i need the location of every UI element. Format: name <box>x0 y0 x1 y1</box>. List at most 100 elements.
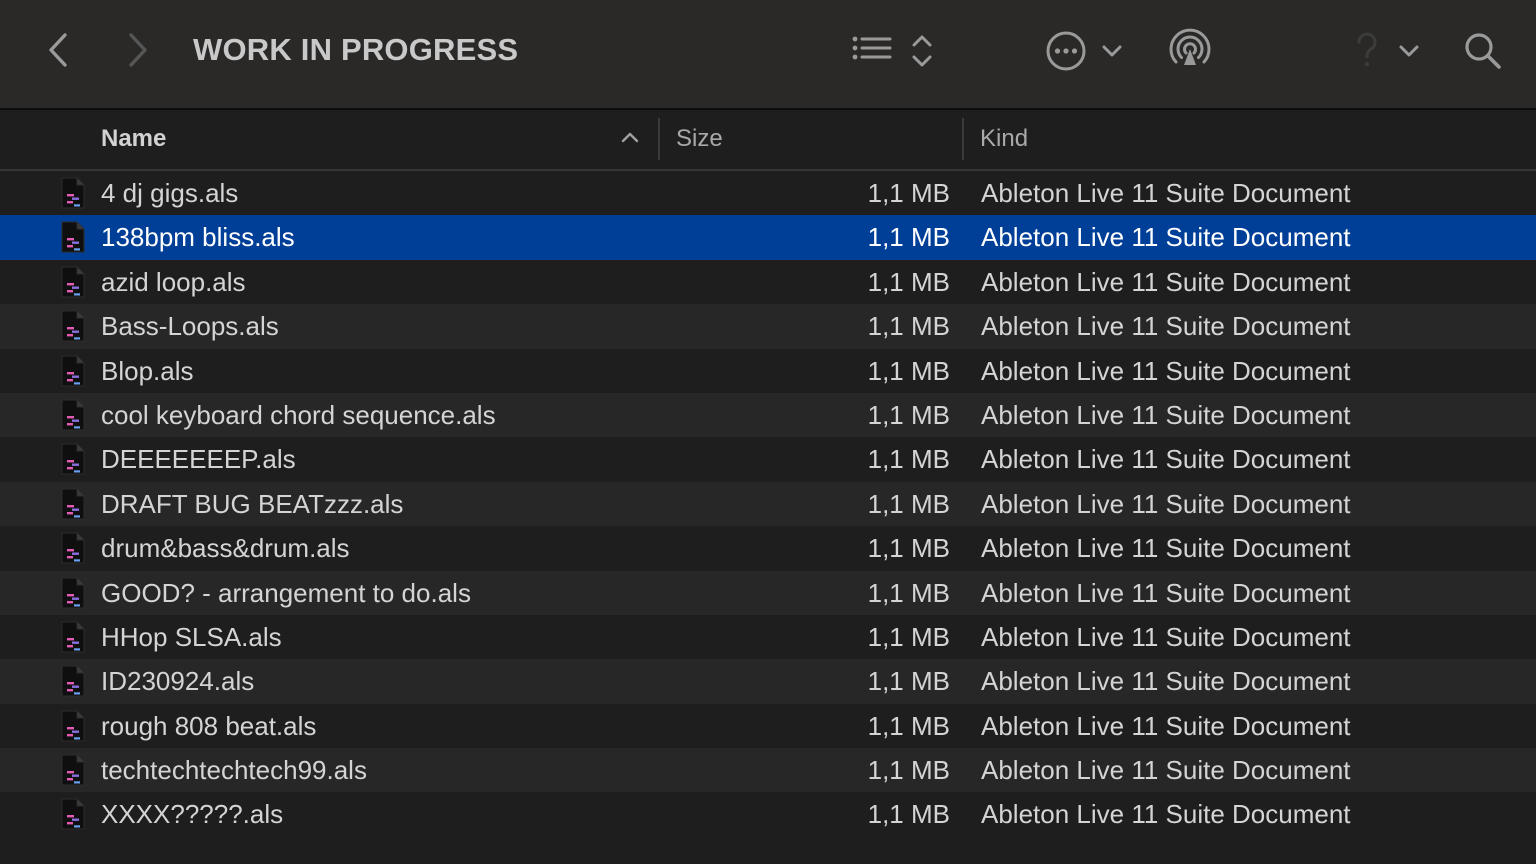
file-row[interactable]: DRAFT BUG BEATzzz.als 1,1 MB Ableton Liv… <box>0 481 1536 527</box>
list-empty-area <box>0 837 1536 864</box>
column-header: Name Size Kind <box>0 110 1536 171</box>
file-kind: Ableton Live 11 Suite Document <box>981 577 1351 608</box>
file-name: techtechtechtech99.als <box>101 755 367 786</box>
file-list: 4 dj gigs.als 1,1 MB Ableton Live 11 Sui… <box>0 171 1536 837</box>
ableton-document-icon <box>61 355 85 387</box>
column-name-header[interactable]: Name <box>101 110 166 169</box>
finder-window: WORK IN PROGRESS Name Size Kind 4 dj gig… <box>0 0 1536 864</box>
ableton-document-icon <box>61 443 85 475</box>
chevron-down-icon <box>1399 45 1419 57</box>
sort-toggle-icon <box>912 35 932 67</box>
more-options-icon <box>1046 31 1086 71</box>
file-size: 1,1 MB <box>867 178 950 208</box>
file-kind: Ableton Live 11 Suite Document <box>981 533 1351 564</box>
forward-button[interactable] <box>120 30 156 70</box>
toolbar: WORK IN PROGRESS <box>0 0 1536 110</box>
file-kind: Ableton Live 11 Suite Document <box>981 710 1351 741</box>
file-row[interactable]: HHop SLSA.als 1,1 MB Ableton Live 11 Sui… <box>0 614 1536 660</box>
file-kind: Ableton Live 11 Suite Document <box>981 222 1351 253</box>
window-title: WORK IN PROGRESS <box>193 32 519 67</box>
back-button[interactable] <box>40 30 76 70</box>
file-kind: Ableton Live 11 Suite Document <box>981 666 1351 697</box>
file-row[interactable]: Bass-Loops.als 1,1 MB Ableton Live 11 Su… <box>0 304 1536 349</box>
file-size: 1,1 MB <box>867 266 950 297</box>
file-size: 1,1 MB <box>867 355 950 386</box>
file-size: 1,1 MB <box>867 710 950 741</box>
file-name: HHop SLSA.als <box>101 621 282 652</box>
file-row[interactable]: DEEEEEEEP.als 1,1 MB Ableton Live 11 Sui… <box>0 437 1536 482</box>
column-size-header[interactable]: Size <box>676 110 723 169</box>
file-size: 1,1 MB <box>867 533 950 564</box>
help-icon <box>1357 32 1377 67</box>
file-name: GOOD? - arrangement to do.als <box>101 577 471 608</box>
more-options-button[interactable] <box>1044 28 1124 74</box>
file-size: 1,1 MB <box>867 621 950 652</box>
file-kind: Ableton Live 11 Suite Document <box>981 399 1351 430</box>
file-name: DEEEEEEEP.als <box>101 444 296 475</box>
file-name: Bass-Loops.als <box>101 311 279 342</box>
ableton-document-icon <box>61 399 85 431</box>
ableton-document-icon <box>61 621 85 653</box>
column-divider[interactable] <box>658 118 660 160</box>
sort-ascending-icon <box>621 132 639 143</box>
file-kind: Ableton Live 11 Suite Document <box>981 799 1351 830</box>
file-size: 1,1 MB <box>867 666 950 697</box>
file-size: 1,1 MB <box>867 755 950 786</box>
file-size: 1,1 MB <box>867 577 950 608</box>
view-options-button[interactable] <box>848 30 938 72</box>
ableton-document-icon <box>61 310 85 342</box>
file-row[interactable]: 4 dj gigs.als 1,1 MB Ableton Live 11 Sui… <box>0 171 1536 216</box>
ableton-document-icon <box>61 221 85 253</box>
file-name: azid loop.als <box>101 266 246 297</box>
file-size: 1,1 MB <box>867 799 950 830</box>
file-row[interactable]: 138bpm bliss.als 1,1 MB Ableton Live 11 … <box>0 215 1536 260</box>
file-row[interactable]: techtechtechtech99.als 1,1 MB Ableton Li… <box>0 748 1536 793</box>
file-name: cool keyboard chord sequence.als <box>101 399 496 430</box>
ableton-document-icon <box>61 177 85 209</box>
file-row[interactable]: GOOD? - arrangement to do.als 1,1 MB Abl… <box>0 570 1536 615</box>
search-button[interactable] <box>1460 28 1506 74</box>
file-row[interactable]: cool keyboard chord sequence.als 1,1 MB … <box>0 392 1536 438</box>
file-kind: Ableton Live 11 Suite Document <box>981 355 1351 386</box>
file-row[interactable]: drum&bass&drum.als 1,1 MB Ableton Live 1… <box>0 526 1536 571</box>
column-divider[interactable] <box>962 118 964 160</box>
ableton-document-icon <box>61 798 85 830</box>
ableton-document-icon <box>61 532 85 564</box>
search-icon <box>1465 33 1501 69</box>
ableton-document-icon <box>61 665 85 697</box>
list-view-icon <box>852 36 892 60</box>
file-name: rough 808 beat.als <box>101 710 317 741</box>
file-size: 1,1 MB <box>867 399 950 430</box>
file-row[interactable]: azid loop.als 1,1 MB Ableton Live 11 Sui… <box>0 259 1536 305</box>
file-name: Blop.als <box>101 355 194 386</box>
file-name: 4 dj gigs.als <box>101 178 239 208</box>
file-kind: Ableton Live 11 Suite Document <box>981 178 1351 208</box>
file-size: 1,1 MB <box>867 488 950 519</box>
ableton-document-icon <box>61 266 85 298</box>
file-row[interactable]: XXXX?????.als 1,1 MB Ableton Live 11 Sui… <box>0 792 1536 837</box>
file-row[interactable]: ID230924.als 1,1 MB Ableton Live 11 Suit… <box>0 659 1536 704</box>
file-kind: Ableton Live 11 Suite Document <box>981 621 1351 652</box>
file-row[interactable]: rough 808 beat.als 1,1 MB Ableton Live 1… <box>0 703 1536 749</box>
airdrop-button[interactable] <box>1166 26 1214 74</box>
file-size: 1,1 MB <box>867 444 950 475</box>
file-kind: Ableton Live 11 Suite Document <box>981 444 1351 475</box>
file-name: XXXX?????.als <box>101 799 284 830</box>
file-row[interactable]: Blop.als 1,1 MB Ableton Live 11 Suite Do… <box>0 348 1536 393</box>
chevron-down-icon <box>1102 45 1122 57</box>
ableton-document-icon <box>61 754 85 786</box>
ableton-document-icon <box>61 577 85 609</box>
back-icon <box>49 33 67 67</box>
airdrop-icon <box>1169 28 1211 65</box>
help-button[interactable] <box>1346 28 1426 74</box>
file-name: ID230924.als <box>101 666 255 697</box>
file-size: 1,1 MB <box>867 311 950 342</box>
column-kind-header[interactable]: Kind <box>980 110 1028 169</box>
file-size: 1,1 MB <box>867 222 950 253</box>
forward-icon <box>129 33 147 67</box>
file-kind: Ableton Live 11 Suite Document <box>981 311 1351 342</box>
file-name: DRAFT BUG BEATzzz.als <box>101 488 404 519</box>
file-kind: Ableton Live 11 Suite Document <box>981 755 1351 786</box>
file-kind: Ableton Live 11 Suite Document <box>981 266 1351 297</box>
ableton-document-icon <box>61 488 85 520</box>
